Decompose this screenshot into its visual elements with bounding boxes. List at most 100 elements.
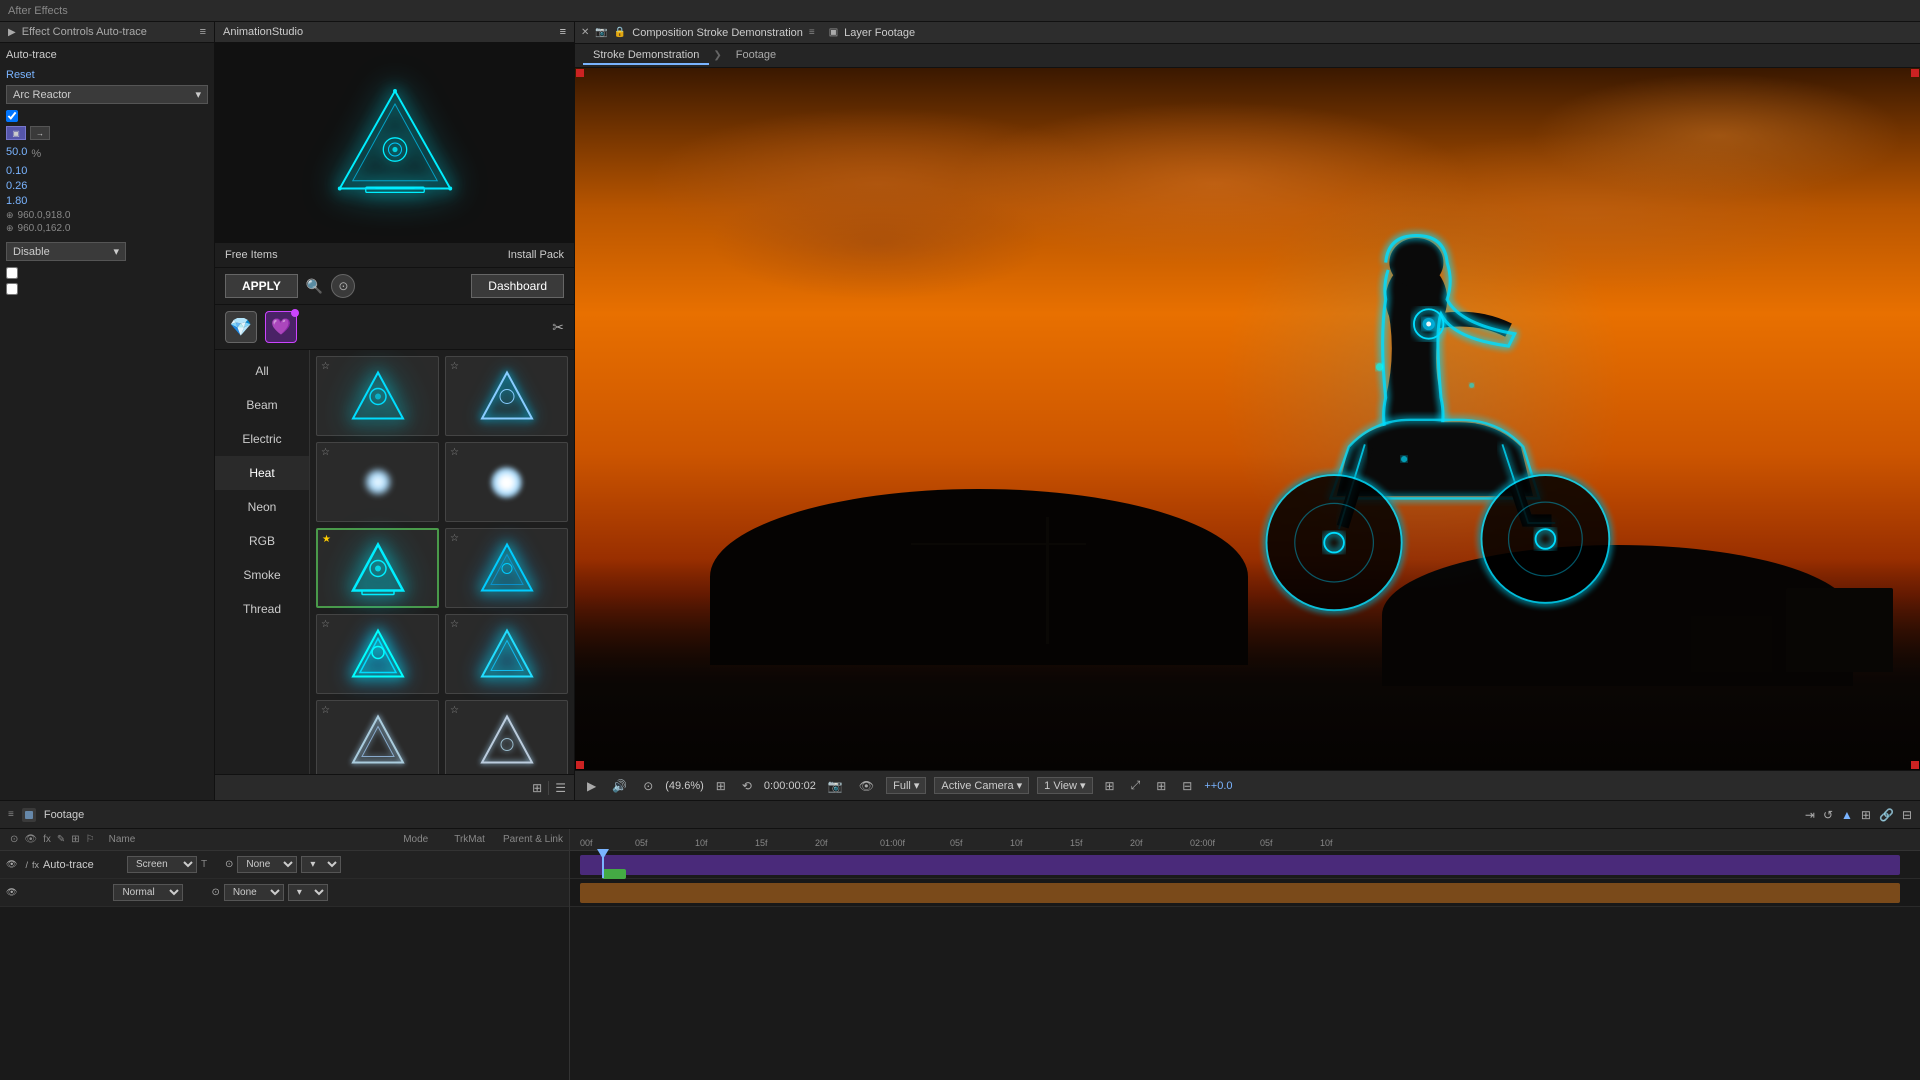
effect-controls-menu-icon[interactable]: ≡ xyxy=(200,26,206,38)
effect-item-2[interactable]: ☆ xyxy=(445,356,568,436)
effect-item-1[interactable]: ☆ xyxy=(316,356,439,436)
apply-button[interactable]: APPLY xyxy=(225,274,298,298)
comp-guide-btn[interactable]: ⊟ xyxy=(1178,777,1196,795)
corner-marker-tr xyxy=(1911,69,1919,77)
value-3[interactable]: 1.80 xyxy=(6,195,208,207)
category-rgb[interactable]: RGB xyxy=(215,524,309,558)
effect-star-6[interactable]: ☆ xyxy=(450,533,459,544)
effect-star-3[interactable]: ☆ xyxy=(321,447,330,458)
animation-toolbar: Free Items Install Pack xyxy=(215,243,574,268)
effect-star-1[interactable]: ☆ xyxy=(321,361,330,372)
tl-layer-fx-1[interactable]: / xyxy=(25,860,28,870)
value-2[interactable]: 0.26 xyxy=(6,180,208,192)
tl-layer-content-1: Auto-trace Screen T ⊙ None ▾ xyxy=(43,856,563,873)
view-dropdown[interactable]: 1 View ▾ xyxy=(1037,777,1092,794)
timeline-playhead[interactable] xyxy=(602,851,604,878)
category-smoke[interactable]: Smoke xyxy=(215,558,309,592)
grid-view-button[interactable]: ⊞ xyxy=(532,781,542,795)
search-icon-button[interactable]: 🔍 xyxy=(306,278,323,295)
timeline-layer-row-2: 👁 Normal ⊙ None ▾ xyxy=(0,879,569,907)
category-thread[interactable]: Thread xyxy=(215,592,309,626)
install-pack-link[interactable]: Install Pack xyxy=(508,249,564,261)
effect-item-10[interactable]: ☆ xyxy=(445,700,568,774)
comp-grid-btn[interactable]: ⊞ xyxy=(1152,777,1170,795)
effect-item-3[interactable]: ☆ xyxy=(316,442,439,522)
effect-star-9[interactable]: ☆ xyxy=(321,705,330,716)
checkbox-2[interactable] xyxy=(6,267,18,279)
effect-star-8[interactable]: ☆ xyxy=(450,619,459,630)
tl-control-5[interactable]: 🔗 xyxy=(1879,808,1894,822)
ruler-mark-7: 10f xyxy=(1010,838,1023,848)
tl-control-3[interactable]: ▲ xyxy=(1841,808,1853,822)
tl-parent-select-1[interactable]: None xyxy=(237,856,297,873)
wrench-button[interactable]: ✂ xyxy=(552,319,564,336)
effect-star-2[interactable]: ☆ xyxy=(450,361,459,372)
tab-footage[interactable]: Footage xyxy=(726,47,786,65)
comp-cam-snapshot[interactable]: 📷 xyxy=(824,777,847,795)
footage-label: Footage xyxy=(44,809,84,821)
effect-star-7[interactable]: ☆ xyxy=(321,619,330,630)
comp-transform-btn[interactable]: ⟲ xyxy=(738,777,756,795)
category-electric[interactable]: Electric xyxy=(215,422,309,456)
comp-resize-btn[interactable]: ⊞ xyxy=(712,777,730,795)
tl-mode-select-1[interactable]: Screen xyxy=(127,856,197,873)
tab-stroke-demo[interactable]: Stroke Demonstration xyxy=(583,47,709,65)
app-title: After Effects xyxy=(8,5,68,17)
tl-parent-select-2[interactable]: None xyxy=(224,884,284,901)
tl-layer-eye-1[interactable]: 👁 xyxy=(6,859,17,870)
settings-circle-button[interactable]: ⊙ xyxy=(331,274,355,298)
tl-control-4[interactable]: ⊞ xyxy=(1861,808,1871,822)
comp-play-btn[interactable]: ▶ xyxy=(583,777,600,795)
free-items-link[interactable]: Free Items xyxy=(225,249,278,261)
effect-item-8[interactable]: ☆ xyxy=(445,614,568,694)
category-beam[interactable]: Beam xyxy=(215,388,309,422)
category-neon[interactable]: Neon xyxy=(215,490,309,524)
effect-item-5[interactable]: ★ xyxy=(316,528,439,608)
tl-layer-fx-icon-1[interactable]: fx xyxy=(32,860,39,870)
category-all[interactable]: All xyxy=(215,354,309,388)
tl-parent-select-1b[interactable]: ▾ xyxy=(301,856,341,873)
effect-controls-content: Auto-trace Reset Arc Reactor ▾ ▣ → 50.0 xyxy=(0,43,214,800)
tl-control-2[interactable]: ↺ xyxy=(1823,808,1833,822)
tl-parent-select-2b[interactable]: ▾ xyxy=(288,884,328,901)
tl-control-1[interactable]: ⇥ xyxy=(1805,808,1815,822)
comp-more-btns[interactable]: ⊞ xyxy=(1101,777,1119,795)
comp-close-icon[interactable]: ✕ xyxy=(581,27,589,38)
comp-menu-icon[interactable]: ≡ xyxy=(809,27,815,38)
comp-audio-btn[interactable]: 🔊 xyxy=(608,777,631,795)
category-heat[interactable]: Heat xyxy=(215,456,309,490)
effect-thumb-svg-1 xyxy=(348,366,408,426)
effect-item-7[interactable]: ☆ xyxy=(316,614,439,694)
motorcycle-svg xyxy=(1167,152,1678,643)
list-view-button[interactable]: ☰ xyxy=(555,781,566,795)
tab-gem-2[interactable]: 💜 xyxy=(265,311,297,343)
effect-thumb-4 xyxy=(477,452,537,512)
camera-dropdown[interactable]: Active Camera ▾ xyxy=(934,777,1029,794)
disable-dropdown[interactable]: Disable ▾ xyxy=(6,242,126,261)
effect-star-5[interactable]: ★ xyxy=(322,534,331,545)
tl-mode-select-2[interactable]: Normal xyxy=(113,884,183,901)
effect-item-4[interactable]: ☆ xyxy=(445,442,568,522)
preset-dropdown[interactable]: Arc Reactor ▾ xyxy=(6,85,208,104)
checkbox-3[interactable] xyxy=(6,283,18,295)
tl-control-6[interactable]: ⊟ xyxy=(1902,808,1912,822)
reset-button[interactable]: Reset xyxy=(6,69,35,81)
quality-dropdown[interactable]: Full ▾ xyxy=(886,777,926,794)
comp-preview-btn[interactable]: ⊙ xyxy=(639,777,657,795)
percentage-value[interactable]: 50.0 xyxy=(6,146,27,158)
anim-studio-menu-icon[interactable]: ≡ xyxy=(560,26,566,38)
zoom-level[interactable]: (49.6%) xyxy=(665,780,704,792)
checkbox-1[interactable] xyxy=(6,110,18,122)
ruler-mark-2: 10f xyxy=(695,838,708,848)
current-time: 0:00:00:02 xyxy=(764,780,816,792)
comp-share-btn[interactable]: ⤢ xyxy=(1127,776,1145,795)
tab-gem-1[interactable]: 💎 xyxy=(225,311,257,343)
effect-item-6[interactable]: ☆ xyxy=(445,528,568,608)
comp-eye-btn[interactable]: 👁 xyxy=(855,777,878,795)
effect-star-4[interactable]: ☆ xyxy=(450,447,459,458)
tl-layer-eye-2[interactable]: 👁 xyxy=(6,887,17,898)
value-1[interactable]: 0.10 xyxy=(6,165,208,177)
effect-star-10[interactable]: ☆ xyxy=(450,705,459,716)
dashboard-button[interactable]: Dashboard xyxy=(471,274,564,298)
effect-item-9[interactable]: ☆ xyxy=(316,700,439,774)
